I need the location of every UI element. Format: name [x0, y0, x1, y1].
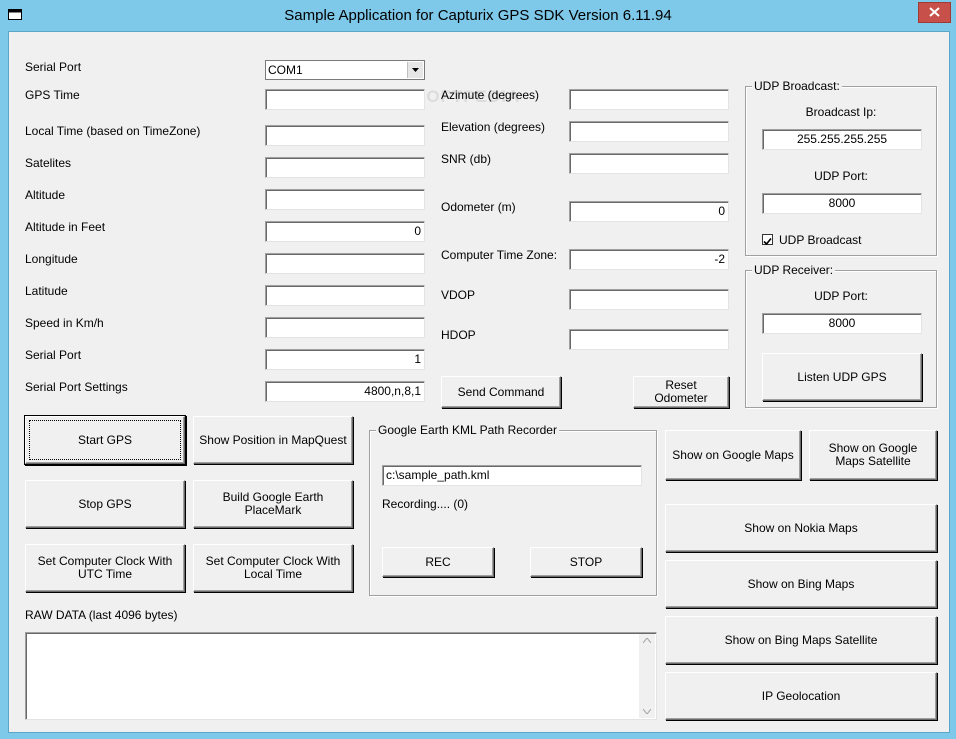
listen-udp-button[interactable]: Listen UDP GPS — [762, 353, 922, 401]
start-gps-button[interactable]: Start GPS — [25, 416, 185, 464]
speed-field[interactable] — [265, 317, 425, 338]
send-command-button[interactable]: Send Command — [441, 376, 561, 408]
kml-path-field[interactable]: c:\sample_path.kml — [382, 465, 642, 486]
udp-broadcast-checkbox[interactable] — [762, 234, 773, 246]
speed-label: Speed in Km/h — [25, 316, 104, 330]
show-nokia-maps-button[interactable]: Show on Nokia Maps — [665, 504, 937, 552]
receiver-port-field[interactable]: 8000 — [762, 313, 922, 334]
altitude-feet-field[interactable]: 0 — [265, 221, 425, 242]
app-window: Sample Application for Capturix GPS SDK … — [0, 0, 956, 739]
chevron-down-icon[interactable] — [407, 62, 423, 78]
show-mapquest-button[interactable]: Show Position in MapQuest — [193, 416, 353, 464]
satelites-field[interactable] — [265, 157, 425, 178]
local-time-field[interactable] — [265, 125, 425, 146]
scroll-up-icon[interactable] — [643, 638, 651, 643]
build-placemark-button[interactable]: Build Google Earth PlaceMark — [193, 480, 353, 528]
udp-broadcast-checkbox-label[interactable]: UDP Broadcast — [779, 233, 861, 247]
snr-label: SNR (db) — [441, 152, 492, 166]
gps-time-label: GPS Time — [25, 88, 80, 102]
stop-gps-button[interactable]: Stop GPS — [25, 480, 185, 528]
satelites-label: Satelites — [25, 156, 72, 170]
title-bar: Sample Application for Capturix GPS SDK … — [0, 0, 956, 31]
rec-button[interactable]: REC — [382, 547, 494, 577]
checkmark-icon — [763, 237, 772, 246]
ip-geolocation-button[interactable]: IP Geolocation — [665, 672, 937, 720]
udp-port-label: UDP Port: — [814, 169, 868, 183]
serial-port-settings-field[interactable]: 4800,n,8,1 — [265, 381, 425, 402]
time-zone-label: Computer Time Zone: — [441, 248, 558, 262]
focus-rect — [29, 420, 181, 460]
time-zone-field[interactable]: -2 — [569, 249, 729, 270]
serial-port-number-field[interactable]: 1 — [265, 349, 425, 370]
azimute-label: Azimute (degrees) — [441, 88, 540, 102]
vdop-field[interactable] — [569, 289, 729, 310]
reset-odometer-button[interactable]: Reset Odometer — [633, 376, 729, 408]
window-title: Sample Application for Capturix GPS SDK … — [284, 7, 672, 24]
latitude-label: Latitude — [25, 284, 68, 298]
hdop-field[interactable] — [569, 329, 729, 350]
receiver-port-label: UDP Port: — [814, 289, 868, 303]
kml-recorder-group: Google Earth KML Path Recorder c:\sample… — [369, 423, 657, 596]
azimute-field[interactable] — [569, 89, 729, 110]
serial-port-settings-label: Serial Port Settings — [25, 380, 128, 394]
show-google-maps-satellite-button[interactable]: Show on Google Maps Satellite — [809, 430, 937, 480]
set-clock-utc-button[interactable]: Set Computer Clock With UTC Time — [25, 544, 185, 592]
altitude-feet-label: Altitude in Feet — [25, 220, 106, 234]
raw-data-textarea[interactable] — [25, 632, 657, 720]
close-icon — [929, 7, 940, 17]
udp-receiver-group: UDP Receiver: UDP Port: 8000 Listen UDP … — [745, 263, 937, 408]
udp-receiver-title: UDP Receiver: — [752, 263, 836, 277]
broadcast-ip-label: Broadcast Ip: — [805, 105, 877, 119]
vertical-scrollbar[interactable] — [639, 634, 655, 718]
elevation-label: Elevation (degrees) — [441, 120, 546, 134]
elevation-field[interactable] — [569, 121, 729, 142]
set-clock-local-button[interactable]: Set Computer Clock With Local Time — [193, 544, 353, 592]
serial-port-label: Serial Port — [25, 60, 82, 74]
local-time-label: Local Time (based on TimeZone) — [25, 124, 201, 138]
longitude-label: Longitude — [25, 252, 78, 266]
gps-time-field[interactable] — [265, 89, 425, 110]
raw-data-label: RAW DATA (last 4096 bytes) — [25, 608, 178, 622]
recording-status: Recording.... (0) — [382, 497, 469, 511]
close-button[interactable] — [918, 2, 951, 23]
altitude-label: Altitude — [25, 188, 66, 202]
snr-field[interactable] — [569, 153, 729, 174]
udp-port-field[interactable]: 8000 — [762, 193, 922, 214]
latitude-field[interactable] — [265, 285, 425, 306]
altitude-field[interactable] — [265, 189, 425, 210]
serial-port-value: COM1 — [268, 63, 303, 77]
kml-recorder-title: Google Earth KML Path Recorder — [376, 423, 559, 437]
vdop-label: VDOP — [441, 288, 476, 302]
show-google-maps-button[interactable]: Show on Google Maps — [665, 430, 801, 480]
odometer-label: Odometer (m) — [441, 200, 516, 214]
scroll-down-icon[interactable] — [643, 709, 651, 714]
show-bing-maps-satellite-button[interactable]: Show on Bing Maps Satellite — [665, 616, 937, 664]
serial-port-number-label: Serial Port — [25, 348, 82, 362]
udp-broadcast-group: UDP Broadcast: Broadcast Ip: 255.255.255… — [745, 79, 937, 256]
serial-port-select[interactable]: COM1 — [265, 60, 425, 80]
longitude-field[interactable] — [265, 253, 425, 274]
broadcast-ip-field[interactable]: 255.255.255.255 — [762, 129, 922, 150]
hdop-label: HDOP — [441, 328, 476, 342]
stop-button[interactable]: STOP — [530, 547, 642, 577]
odometer-field[interactable]: 0 — [569, 201, 729, 222]
udp-broadcast-title: UDP Broadcast: — [752, 79, 842, 93]
show-bing-maps-button[interactable]: Show on Bing Maps — [665, 560, 937, 608]
main-panel: SOFTPEDIA Serial Port COM1 GPS Time Loca… — [8, 31, 950, 733]
